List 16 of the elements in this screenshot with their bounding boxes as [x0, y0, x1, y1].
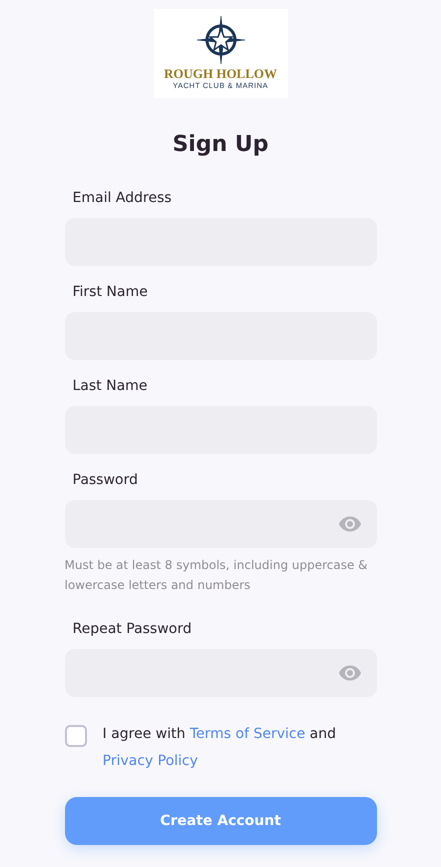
agreement-text: I agree with Terms of Service and Privacy Policy [102, 725, 337, 771]
field-label: Email Address [72, 189, 172, 208]
input-field[interactable] [64, 649, 376, 697]
field-label: Password [72, 471, 138, 490]
input-field[interactable] [64, 500, 376, 548]
logo-name: ROUGH HOLLOW [164, 67, 278, 81]
password-hint: Must be at least 8 symbols, including uppercase & lowercase letters and numbers [64, 557, 369, 594]
field-label: First Name [72, 283, 148, 302]
agree-checkbox[interactable] [64, 725, 86, 747]
privacy-link[interactable]: Privacy Policy [102, 753, 198, 769]
page-title: Sign Up [172, 132, 269, 158]
terms-link[interactable]: Terms of Service [190, 726, 306, 742]
field-label: Repeat Password [72, 620, 192, 639]
create-account-button[interactable]: Create Account [64, 797, 376, 845]
compass-star-icon [196, 15, 246, 65]
field-label: Last Name [72, 377, 148, 396]
